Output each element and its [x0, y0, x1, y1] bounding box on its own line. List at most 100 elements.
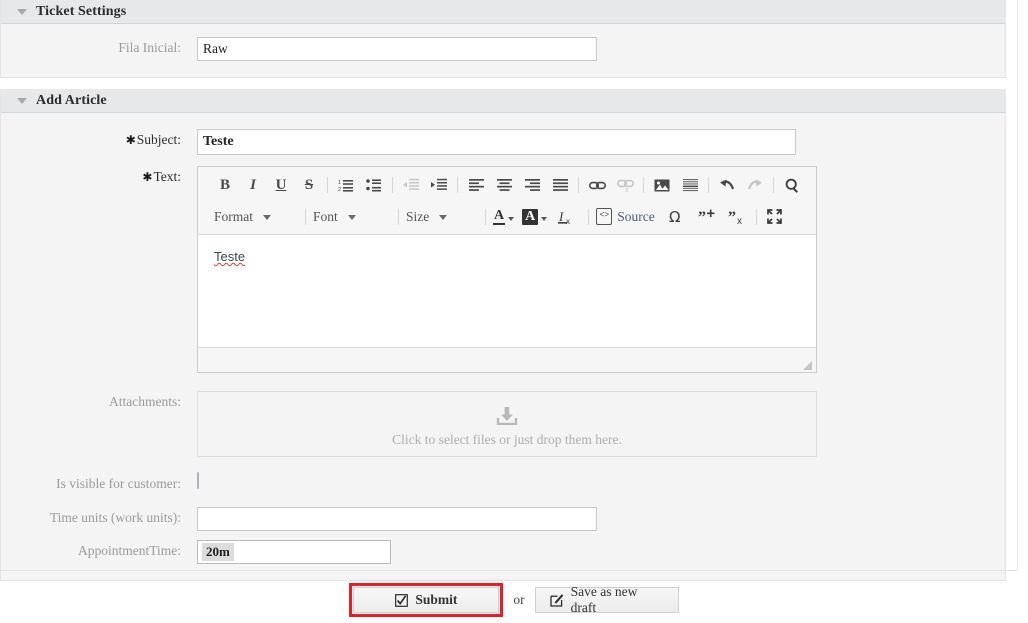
text-color-icon[interactable]: A — [493, 207, 515, 225]
size-dropdown-label: Size — [406, 208, 430, 224]
numbered-list-icon[interactable]: 12 — [335, 174, 357, 196]
editor-toolbar: B I U S 12 x Format Font Size A A I x <>… — [198, 167, 816, 235]
attachments-row: Attachments: Click to select files or ju… — [1, 375, 1005, 459]
visible-for-customer-label: Is visible for customer: — [56, 476, 181, 491]
appointment-time-label: AppointmentTime: — [77, 543, 181, 558]
source-code-icon: <> — [596, 208, 613, 225]
resize-grip-icon[interactable] — [801, 358, 812, 370]
or-label: or — [513, 592, 525, 607]
ticket-settings-title: Ticket Settings — [36, 3, 127, 19]
toolbar-separator — [457, 177, 458, 193]
toolbar-separator — [327, 177, 328, 193]
font-dropdown-label: Font — [313, 208, 338, 224]
align-right-icon[interactable] — [521, 174, 543, 196]
toolbar-separator — [305, 208, 306, 225]
strikethrough-icon[interactable]: S — [298, 174, 320, 196]
svg-text:”: ” — [728, 209, 736, 225]
chevron-down-icon — [508, 216, 515, 221]
chevron-down-icon — [439, 215, 448, 220]
download-tray-icon — [496, 407, 518, 429]
source-button[interactable]: <> Source — [596, 206, 655, 228]
appointment-time-input[interactable]: 20m — [197, 540, 391, 564]
background-color-icon[interactable]: A — [522, 208, 548, 225]
quote-add-icon[interactable]: ” — [695, 206, 719, 228]
align-justify-icon[interactable] — [549, 174, 571, 196]
bulleted-list-icon[interactable] — [363, 174, 385, 196]
add-article-panel: Add Article ✱Subject: ✱Text: B — [0, 89, 1006, 581]
editor-content-area[interactable]: Teste — [198, 235, 816, 347]
appointment-time-chip[interactable]: 20m — [202, 543, 234, 561]
fila-inicial-input[interactable] — [197, 37, 597, 61]
toolbar-separator — [643, 177, 644, 193]
subject-label-text: Subject: — [136, 132, 181, 147]
image-icon[interactable] — [651, 174, 673, 196]
format-dropdown-label: Format — [214, 208, 253, 224]
add-article-header[interactable]: Add Article — [1, 89, 1005, 113]
svg-text:1: 1 — [338, 180, 341, 186]
required-marker: ✱ — [142, 170, 153, 184]
align-left-icon[interactable] — [465, 174, 487, 196]
ticket-settings-body: Fila Inicial: — [1, 24, 1005, 78]
fila-inicial-label: Fila Inicial: — [118, 40, 181, 55]
visible-for-customer-checkbox[interactable] — [197, 472, 199, 489]
attachments-field: Click to select files or just drop them … — [197, 391, 1005, 457]
text-field: B I U S 12 x Format Font Size A A I x <>… — [197, 166, 1005, 373]
text-label-text: Text: — [153, 169, 181, 184]
toolbar-separator — [588, 208, 590, 225]
horizontal-rule-icon[interactable] — [679, 174, 701, 196]
submit-button[interactable]: Submit — [353, 587, 500, 613]
time-units-input[interactable] — [197, 507, 597, 531]
toolbar-separator — [398, 208, 399, 225]
editor-footer-bar — [198, 347, 816, 372]
subject-input[interactable] — [197, 129, 796, 155]
fila-inicial-row: Fila Inicial: — [1, 35, 1005, 63]
underline-icon[interactable]: U — [270, 174, 292, 196]
visible-for-customer-field — [197, 472, 1005, 489]
font-dropdown[interactable]: Font — [313, 206, 395, 228]
time-units-field — [197, 507, 1005, 531]
remove-format-icon[interactable]: Ix — [555, 206, 577, 228]
bold-icon[interactable]: B — [214, 174, 236, 196]
size-dropdown[interactable]: Size — [406, 206, 482, 228]
source-button-label: Source — [617, 208, 655, 224]
quote-remove-icon[interactable]: ” x — [725, 206, 749, 228]
chevron-down-icon — [263, 215, 271, 220]
subject-label: ✱Subject: — [1, 129, 197, 151]
save-as-new-draft-button[interactable]: Save as new draft — [534, 584, 679, 615]
submit-highlight-outline: Submit — [349, 583, 504, 617]
attachments-label: Attachments: — [109, 394, 181, 409]
maximize-icon[interactable] — [764, 206, 786, 228]
ticket-settings-panel: Ticket Settings Fila Inicial: — [0, 0, 1006, 78]
chevron-down-icon — [541, 216, 548, 221]
attachment-dropzone[interactable]: Click to select files or just drop them … — [197, 391, 817, 457]
link-icon[interactable] — [586, 174, 608, 196]
increase-indent-icon[interactable] — [428, 174, 450, 196]
toolbar-separator — [755, 208, 757, 225]
align-center-icon[interactable] — [493, 174, 515, 196]
subject-field — [197, 129, 1005, 155]
appointment-time-row: AppointmentTime: 20m — [1, 533, 1005, 566]
find-icon[interactable] — [781, 174, 803, 196]
italic-icon[interactable]: I — [242, 174, 264, 196]
omega-glyph: Ω — [669, 207, 681, 226]
text-color-glyph: A — [493, 207, 506, 225]
editor-body-text: Teste — [214, 249, 246, 264]
ticket-settings-header[interactable]: Ticket Settings — [1, 0, 1005, 24]
chevron-down-icon — [347, 215, 356, 220]
triangle-down-icon[interactable] — [17, 98, 27, 104]
appointment-time-field: 20m — [197, 540, 1005, 564]
undo-icon[interactable] — [716, 174, 738, 196]
svg-text:x: x — [566, 217, 570, 225]
unlink-icon: x — [614, 174, 636, 196]
format-dropdown[interactable]: Format — [214, 206, 302, 228]
toolbar-separator — [485, 208, 486, 225]
toolbar-separator — [392, 177, 393, 193]
time-units-label: Time units (work units): — [49, 510, 181, 525]
triangle-down-icon[interactable] — [17, 9, 27, 15]
text-row: ✱Text: B I U S 12 x Format Font Size A A… — [1, 157, 1005, 375]
form-actions: Submit or Save as new draft — [0, 583, 1028, 617]
save-as-new-draft-label: Save as new draft — [570, 584, 638, 615]
attachment-dropzone-text: Click to select files or just drop them … — [392, 432, 622, 447]
footer-divider — [0, 570, 1017, 571]
special-character-icon[interactable]: Ω — [663, 206, 687, 228]
